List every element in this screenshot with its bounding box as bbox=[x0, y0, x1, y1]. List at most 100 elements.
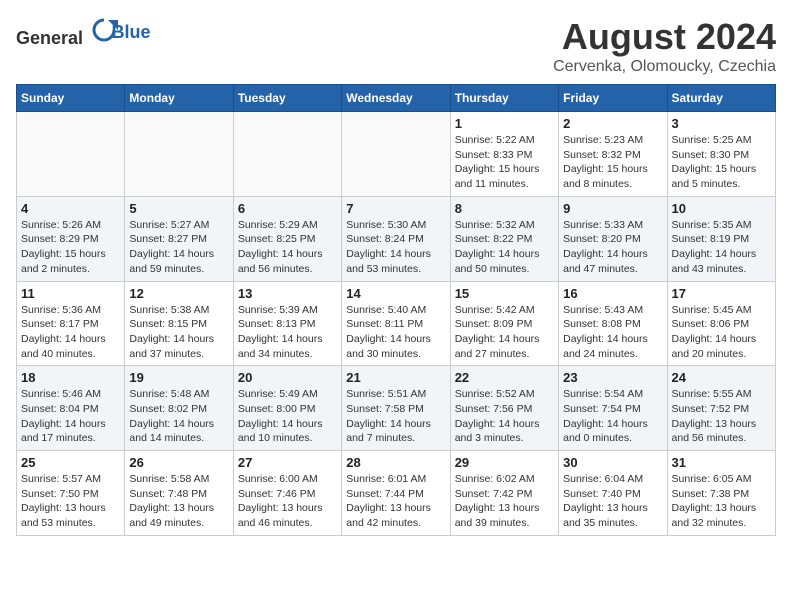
calendar-cell: 30Sunrise: 6:04 AM Sunset: 7:40 PM Dayli… bbox=[559, 451, 667, 536]
calendar-cell: 3 Sunrise: 5:25 AM Sunset: 8:30 PM Daylig… bbox=[667, 112, 775, 197]
calendar-cell: 20 Sunrise: 5:49 AM Sunset: 8:00 PM Dayli… bbox=[233, 366, 341, 451]
calendar-cell: 27 Sunrise: 6:00 AM Sunset: 7:46 PM Dayli… bbox=[233, 451, 341, 536]
calendar-cell: 7 Sunrise: 5:30 AM Sunset: 8:24 PM Daylig… bbox=[342, 196, 450, 281]
calendar-cell: 21 Sunrise: 5:51 AM Sunset: 7:58 PM Dayli… bbox=[342, 366, 450, 451]
day-number: 6 bbox=[238, 201, 337, 216]
day-number: 2 bbox=[563, 116, 662, 131]
calendar-cell: 11 Sunrise: 5:36 AM Sunset: 8:17 PM Dayli… bbox=[17, 281, 125, 366]
week-row-4: 18 Sunrise: 5:46 AM Sunset: 8:04 PM Dayli… bbox=[17, 366, 776, 451]
week-row-1: 1Sunrise: 5:22 AM Sunset: 8:33 PM Daylig… bbox=[17, 112, 776, 197]
day-info: Sunrise: 5:32 AM Sunset: 8:22 PM Dayligh… bbox=[455, 218, 554, 277]
day-number: 16 bbox=[563, 286, 662, 301]
day-info: Sunrise: 5:26 AM Sunset: 8:29 PM Dayligh… bbox=[21, 218, 120, 277]
day-number: 7 bbox=[346, 201, 445, 216]
weekday-header-tuesday: Tuesday bbox=[233, 85, 341, 112]
calendar-cell: 15Sunrise: 5:42 AM Sunset: 8:09 PM Dayli… bbox=[450, 281, 558, 366]
day-number: 25 bbox=[21, 455, 120, 470]
title-area: August 2024 Cervenka, Olomoucky, Czechia bbox=[553, 16, 776, 76]
day-info: Sunrise: 5:25 AM Sunset: 8:30 PM Dayligh… bbox=[672, 133, 771, 192]
day-number: 9 bbox=[563, 201, 662, 216]
day-number: 22 bbox=[455, 370, 554, 385]
day-info: Sunrise: 5:30 AM Sunset: 8:24 PM Dayligh… bbox=[346, 218, 445, 277]
weekday-header-thursday: Thursday bbox=[450, 85, 558, 112]
week-row-5: 25 Sunrise: 5:57 AM Sunset: 7:50 PM Dayli… bbox=[17, 451, 776, 536]
day-info: Sunrise: 5:58 AM Sunset: 7:48 PM Dayligh… bbox=[129, 472, 228, 531]
day-info: Sunrise: 6:00 AM Sunset: 7:46 PM Dayligh… bbox=[238, 472, 337, 531]
calendar-cell: 19 Sunrise: 5:48 AM Sunset: 8:02 PM Dayli… bbox=[125, 366, 233, 451]
calendar-cell bbox=[17, 112, 125, 197]
calendar-cell: 1Sunrise: 5:22 AM Sunset: 8:33 PM Daylig… bbox=[450, 112, 558, 197]
calendar-cell: 8Sunrise: 5:32 AM Sunset: 8:22 PM Daylig… bbox=[450, 196, 558, 281]
day-number: 20 bbox=[238, 370, 337, 385]
weekday-header-friday: Friday bbox=[559, 85, 667, 112]
calendar-cell: 23 Sunrise: 5:54 AM Sunset: 7:54 PM Dayli… bbox=[559, 366, 667, 451]
calendar-cell: 13 Sunrise: 5:39 AM Sunset: 8:13 PM Dayli… bbox=[233, 281, 341, 366]
calendar-cell: 12 Sunrise: 5:38 AM Sunset: 8:15 PM Dayli… bbox=[125, 281, 233, 366]
day-number: 28 bbox=[346, 455, 445, 470]
day-info: Sunrise: 6:01 AM Sunset: 7:44 PM Dayligh… bbox=[346, 472, 445, 531]
logo-general: General bbox=[16, 28, 83, 48]
day-info: Sunrise: 6:02 AM Sunset: 7:42 PM Dayligh… bbox=[455, 472, 554, 531]
day-info: Sunrise: 5:49 AM Sunset: 8:00 PM Dayligh… bbox=[238, 387, 337, 446]
day-number: 17 bbox=[672, 286, 771, 301]
day-info: Sunrise: 5:36 AM Sunset: 8:17 PM Dayligh… bbox=[21, 303, 120, 362]
day-info: Sunrise: 5:46 AM Sunset: 8:04 PM Dayligh… bbox=[21, 387, 120, 446]
day-number: 12 bbox=[129, 286, 228, 301]
day-info: Sunrise: 5:22 AM Sunset: 8:33 PM Dayligh… bbox=[455, 133, 554, 192]
day-info: Sunrise: 5:27 AM Sunset: 8:27 PM Dayligh… bbox=[129, 218, 228, 277]
day-number: 24 bbox=[672, 370, 771, 385]
day-info: Sunrise: 5:55 AM Sunset: 7:52 PM Dayligh… bbox=[672, 387, 771, 446]
day-info: Sunrise: 5:57 AM Sunset: 7:50 PM Dayligh… bbox=[21, 472, 120, 531]
day-info: Sunrise: 5:38 AM Sunset: 8:15 PM Dayligh… bbox=[129, 303, 228, 362]
calendar-cell: 9Sunrise: 5:33 AM Sunset: 8:20 PM Daylig… bbox=[559, 196, 667, 281]
calendar-table: SundayMondayTuesdayWednesdayThursdayFrid… bbox=[16, 84, 776, 536]
day-number: 13 bbox=[238, 286, 337, 301]
day-info: Sunrise: 5:51 AM Sunset: 7:58 PM Dayligh… bbox=[346, 387, 445, 446]
page-header: General Blue August 2024 Cervenka, Olomo… bbox=[16, 16, 776, 76]
day-number: 23 bbox=[563, 370, 662, 385]
weekday-header-saturday: Saturday bbox=[667, 85, 775, 112]
day-info: Sunrise: 5:45 AM Sunset: 8:06 PM Dayligh… bbox=[672, 303, 771, 362]
calendar-cell bbox=[342, 112, 450, 197]
day-number: 14 bbox=[346, 286, 445, 301]
day-number: 27 bbox=[238, 455, 337, 470]
calendar-cell: 24 Sunrise: 5:55 AM Sunset: 7:52 PM Dayli… bbox=[667, 366, 775, 451]
day-number: 31 bbox=[672, 455, 771, 470]
day-info: Sunrise: 5:52 AM Sunset: 7:56 PM Dayligh… bbox=[455, 387, 554, 446]
calendar-cell bbox=[125, 112, 233, 197]
week-row-3: 11 Sunrise: 5:36 AM Sunset: 8:17 PM Dayli… bbox=[17, 281, 776, 366]
week-row-2: 4 Sunrise: 5:26 AM Sunset: 8:29 PM Daylig… bbox=[17, 196, 776, 281]
calendar-cell bbox=[233, 112, 341, 197]
day-number: 11 bbox=[21, 286, 120, 301]
weekday-header-sunday: Sunday bbox=[17, 85, 125, 112]
logo: General Blue bbox=[16, 16, 151, 49]
calendar-cell: 14 Sunrise: 5:40 AM Sunset: 8:11 PM Dayli… bbox=[342, 281, 450, 366]
day-number: 21 bbox=[346, 370, 445, 385]
calendar-cell: 22 Sunrise: 5:52 AM Sunset: 7:56 PM Dayli… bbox=[450, 366, 558, 451]
day-info: Sunrise: 5:54 AM Sunset: 7:54 PM Dayligh… bbox=[563, 387, 662, 446]
day-info: Sunrise: 5:40 AM Sunset: 8:11 PM Dayligh… bbox=[346, 303, 445, 362]
weekday-header-row: SundayMondayTuesdayWednesdayThursdayFrid… bbox=[17, 85, 776, 112]
calendar-cell: 10 Sunrise: 5:35 AM Sunset: 8:19 PM Dayli… bbox=[667, 196, 775, 281]
day-number: 3 bbox=[672, 116, 771, 131]
weekday-header-monday: Monday bbox=[125, 85, 233, 112]
day-info: Sunrise: 5:48 AM Sunset: 8:02 PM Dayligh… bbox=[129, 387, 228, 446]
day-info: Sunrise: 5:29 AM Sunset: 8:25 PM Dayligh… bbox=[238, 218, 337, 277]
calendar-cell: 6 Sunrise: 5:29 AM Sunset: 8:25 PM Daylig… bbox=[233, 196, 341, 281]
day-number: 18 bbox=[21, 370, 120, 385]
day-info: Sunrise: 6:04 AM Sunset: 7:40 PM Dayligh… bbox=[563, 472, 662, 531]
day-number: 4 bbox=[21, 201, 120, 216]
calendar-subtitle: Cervenka, Olomoucky, Czechia bbox=[553, 58, 776, 76]
calendar-cell: 4 Sunrise: 5:26 AM Sunset: 8:29 PM Daylig… bbox=[17, 196, 125, 281]
calendar-cell: 28 Sunrise: 6:01 AM Sunset: 7:44 PM Dayli… bbox=[342, 451, 450, 536]
calendar-cell: 18 Sunrise: 5:46 AM Sunset: 8:04 PM Dayli… bbox=[17, 366, 125, 451]
day-info: Sunrise: 5:39 AM Sunset: 8:13 PM Dayligh… bbox=[238, 303, 337, 362]
day-info: Sunrise: 5:35 AM Sunset: 8:19 PM Dayligh… bbox=[672, 218, 771, 277]
day-number: 19 bbox=[129, 370, 228, 385]
day-info: Sunrise: 5:42 AM Sunset: 8:09 PM Dayligh… bbox=[455, 303, 554, 362]
day-info: Sunrise: 6:05 AM Sunset: 7:38 PM Dayligh… bbox=[672, 472, 771, 531]
day-number: 10 bbox=[672, 201, 771, 216]
day-number: 29 bbox=[455, 455, 554, 470]
day-number: 26 bbox=[129, 455, 228, 470]
weekday-header-wednesday: Wednesday bbox=[342, 85, 450, 112]
